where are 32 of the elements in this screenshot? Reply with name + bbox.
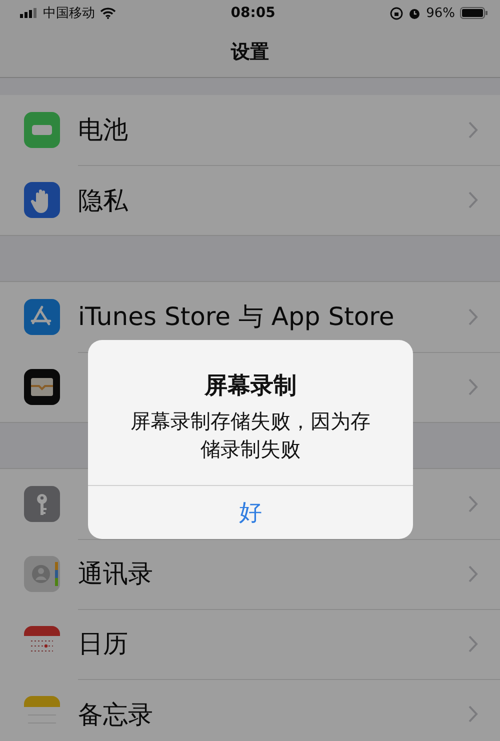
chevron-icon — [468, 705, 478, 723]
wifi-icon — [100, 7, 116, 19]
battery-icon — [460, 7, 488, 19]
rotation-lock-icon — [390, 6, 404, 20]
status-time: 08:05 — [230, 5, 276, 21]
battery-icon — [24, 112, 60, 148]
signal-icon — [20, 8, 38, 18]
chevron-icon — [468, 191, 478, 209]
row-label[interactable]: 日历 — [78, 627, 128, 660]
hand-icon — [24, 182, 60, 218]
chevron-icon — [468, 564, 478, 582]
battery-percent: 96% — [426, 6, 455, 20]
chevron-icon — [468, 634, 478, 652]
alert-message: 屏幕录制存储失败，因为存储录制失败 — [130, 408, 372, 463]
row-label[interactable]: 隐私 — [78, 184, 128, 216]
row-label[interactable]: 通讯录 — [78, 557, 153, 590]
alarm-icon — [408, 6, 422, 20]
chevron-icon — [468, 378, 478, 396]
row-label[interactable]: 备忘录 — [78, 698, 153, 730]
carrier-name: 中国移动 — [43, 5, 95, 22]
chevron-icon — [468, 308, 478, 326]
key-icon — [24, 486, 60, 522]
alert-title: 屏幕录制 — [204, 372, 296, 401]
contacts-book-icon — [24, 556, 60, 592]
ok-button[interactable]: 好 — [88, 485, 413, 539]
row-label[interactable]: iTunes Store 与 App Store — [78, 300, 394, 333]
row-label[interactable]: 电池 — [78, 113, 128, 146]
nav-title: 设置 — [231, 40, 269, 64]
chevron-icon — [468, 494, 478, 512]
app-store-icon — [24, 299, 60, 335]
wallet-icon — [24, 369, 60, 405]
chevron-icon — [468, 120, 478, 138]
